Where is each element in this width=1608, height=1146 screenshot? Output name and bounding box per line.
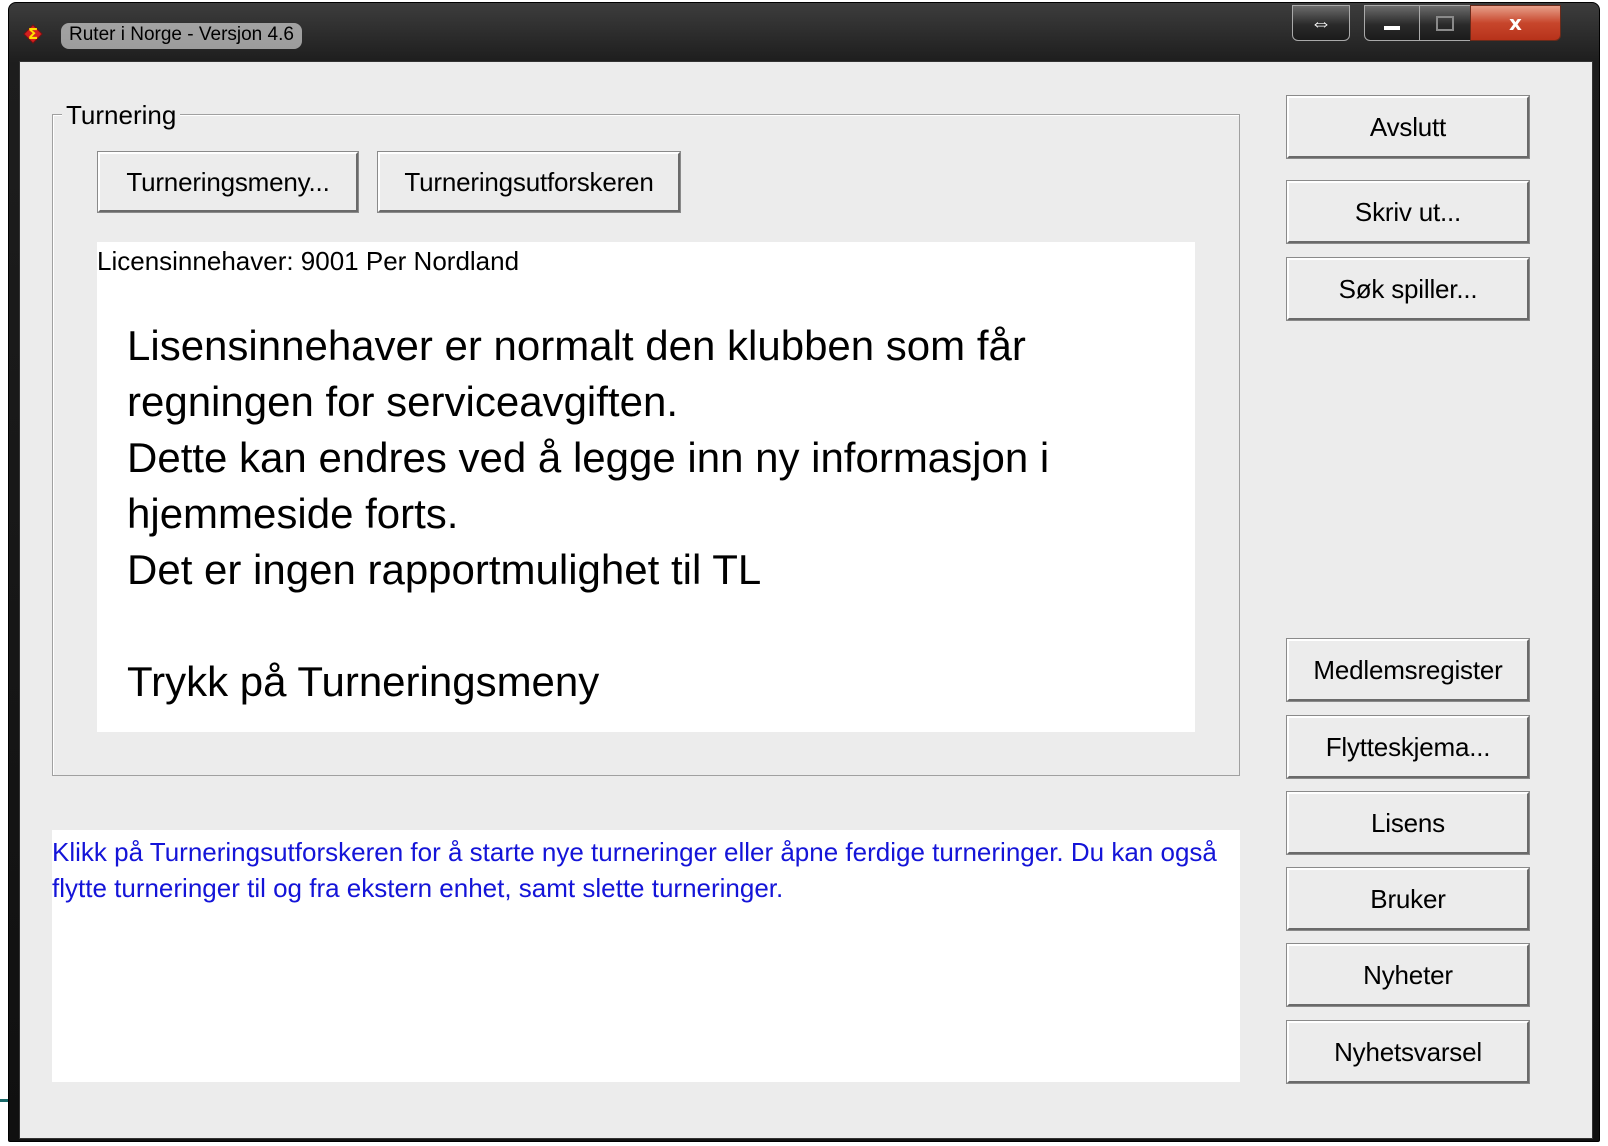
tournament-explorer-button[interactable]: Turneringsutforskeren <box>377 151 681 213</box>
news-button[interactable]: Nyheter <box>1286 943 1530 1007</box>
help-text: Klikk på Turneringsutforskeren for å sta… <box>52 837 1217 903</box>
close-button[interactable]: x <box>1470 5 1561 41</box>
transfer-form-button[interactable]: Flytteskjema... <box>1286 715 1530 779</box>
member-register-button[interactable]: Medlemsregister <box>1286 638 1530 702</box>
close-icon: x <box>1509 11 1522 35</box>
license-panel: Licensinnehaver: 9001 Per Nordland Lisen… <box>97 242 1195 732</box>
info-line: Lisensinnehaver er normalt den klubben s… <box>127 322 1026 369</box>
info-line: Dette kan endres ved å legge inn ny info… <box>127 434 1050 481</box>
client-area: Turnering Turneringsmeny... Turneringsut… <box>19 61 1593 1139</box>
user-button[interactable]: Bruker <box>1286 867 1530 931</box>
info-line: Det er ingen rapportmulighet til TL <box>127 546 762 593</box>
window-title: Ruter i Norge - Versjon 4.6 <box>61 23 302 49</box>
print-button[interactable]: Skriv ut... <box>1286 180 1530 244</box>
maximize-icon <box>1436 15 1454 31</box>
title-bar[interactable]: Σ Ruter i Norge - Versjon 4.6 ⇔ x <box>9 3 1599 61</box>
info-line: Trykk på Turneringsmeny <box>127 658 600 705</box>
minimize-icon <box>1384 26 1400 30</box>
info-line <box>127 598 1049 654</box>
license-holder-label: Licensinnehaver: 9001 Per Nordland <box>97 246 520 276</box>
quit-button[interactable]: Avslutt <box>1286 95 1530 159</box>
slide-margin <box>0 0 8 1146</box>
info-text-block: Lisensinnehaver er normalt den klubben s… <box>127 318 1049 710</box>
news-alert-button[interactable]: Nyhetsvarsel <box>1286 1020 1530 1084</box>
resize-button[interactable]: ⇔ <box>1292 5 1350 41</box>
info-line: regningen for serviceavgiften. <box>127 378 678 425</box>
search-player-button[interactable]: Søk spiller... <box>1286 257 1530 321</box>
tournament-menu-button[interactable]: Turneringsmeny... <box>97 151 359 213</box>
svg-text:Σ: Σ <box>28 25 38 43</box>
sigma-app-icon[interactable]: Σ <box>23 24 43 44</box>
groupbox-legend: Turnering <box>62 100 181 131</box>
info-line: hjemmeside forts. <box>127 490 459 537</box>
license-button[interactable]: Lisens <box>1286 791 1530 855</box>
maximize-button[interactable] <box>1419 5 1471 41</box>
app-window: Σ Ruter i Norge - Versjon 4.6 ⇔ x Turner… <box>8 2 1600 1142</box>
minimize-button[interactable] <box>1364 5 1420 41</box>
resize-arrows-icon: ⇔ <box>1310 10 1332 35</box>
help-panel: Klikk på Turneringsutforskeren for å sta… <box>52 830 1240 1082</box>
